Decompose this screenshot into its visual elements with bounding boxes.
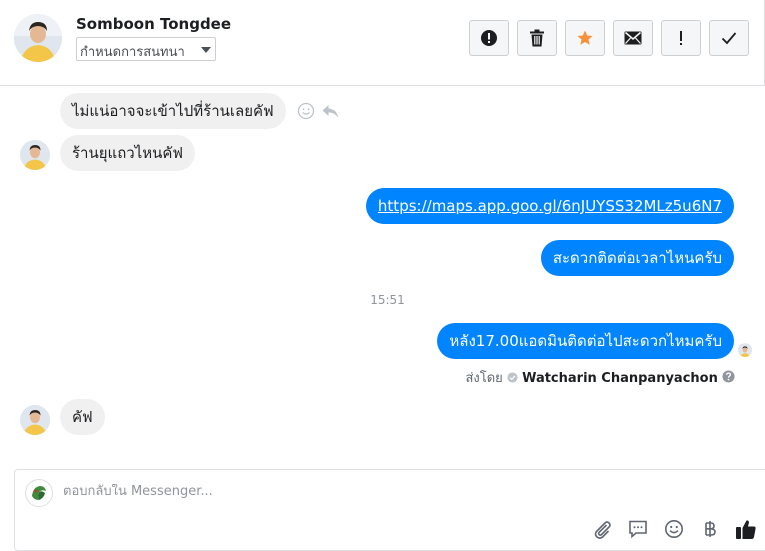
smiley-icon xyxy=(665,520,683,538)
assign-conversation-label: กำหนดการสนทนา xyxy=(80,45,185,60)
chat-bubble-icon xyxy=(629,520,647,539)
map-link[interactable]: https://maps.app.goo.gl/6nJUYSS32MLz5u6N… xyxy=(378,197,722,215)
page-avatar xyxy=(25,479,53,507)
reply-input[interactable] xyxy=(63,484,663,499)
incoming-message-bubble[interactable]: คัฟ xyxy=(60,399,105,435)
follow-up-button[interactable] xyxy=(661,20,701,56)
sent-by-info: ส่งโดย Watcharin Chanpanyachon xyxy=(465,367,735,388)
sent-by-name: Watcharin Chanpanyachon xyxy=(522,371,718,386)
paperclip-icon xyxy=(594,521,611,539)
trash-icon xyxy=(530,29,544,47)
help-circle-icon[interactable] xyxy=(722,370,735,383)
incoming-message-bubble[interactable]: ไม่แน่อาจจะเข้าไปที่ร้านเลยคัฟ xyxy=(60,93,286,129)
smiley-react-icon[interactable] xyxy=(297,102,315,120)
sent-by-prefix: ส่งโดย xyxy=(465,371,503,386)
message-thread[interactable]: ไม่แน่อาจจะเข้าไปที่ร้านเลยคัฟ ร้านยุแถว… xyxy=(0,86,765,466)
mark-done-button[interactable] xyxy=(709,20,749,56)
baht-icon xyxy=(705,521,716,537)
saved-replies-button[interactable] xyxy=(625,516,651,542)
seen-by-avatar xyxy=(738,343,752,357)
assign-conversation-dropdown[interactable]: กำหนดการสนทนา xyxy=(76,37,216,61)
mark-unread-button[interactable] xyxy=(613,20,653,56)
contact-avatar[interactable] xyxy=(14,14,62,62)
outgoing-message-bubble[interactable]: https://maps.app.goo.gl/6nJUYSS32MLz5u6N… xyxy=(365,188,734,224)
reply-icon[interactable] xyxy=(321,102,339,120)
mark-spam-button[interactable] xyxy=(469,20,509,56)
caret-down-icon xyxy=(201,47,211,53)
like-button[interactable] xyxy=(733,516,759,542)
message-timestamp: 15:51 xyxy=(370,293,405,307)
envelope-icon xyxy=(624,31,642,45)
outgoing-message-bubble[interactable]: หลัง17.00แอดมินติดต่อไปสะดวกไหมครับ xyxy=(437,323,734,359)
contact-avatar-small xyxy=(20,405,50,435)
thumbs-up-icon xyxy=(736,520,756,539)
attach-file-button[interactable] xyxy=(589,516,615,542)
conversation-header: Somboon Tongdee กำหนดการสนทนา xyxy=(0,0,765,86)
check-circle-icon xyxy=(507,372,518,383)
outgoing-message-bubble[interactable]: สะดวกติดต่อเวลาไหนครับ xyxy=(540,240,734,276)
emoji-button[interactable] xyxy=(661,516,687,542)
star-icon xyxy=(577,30,593,45)
payment-button[interactable] xyxy=(697,516,723,542)
contact-avatar-small xyxy=(20,140,50,170)
delete-button[interactable] xyxy=(517,20,557,56)
contact-name: Somboon Tongdee xyxy=(76,15,232,33)
check-icon xyxy=(721,32,737,45)
incoming-message-bubble[interactable]: ร้านยุแถวไหนคัฟ xyxy=(60,135,196,171)
exclamation-icon xyxy=(680,31,682,45)
reply-composer xyxy=(14,469,765,551)
star-button[interactable] xyxy=(565,20,605,56)
alert-circle-icon xyxy=(481,30,497,46)
